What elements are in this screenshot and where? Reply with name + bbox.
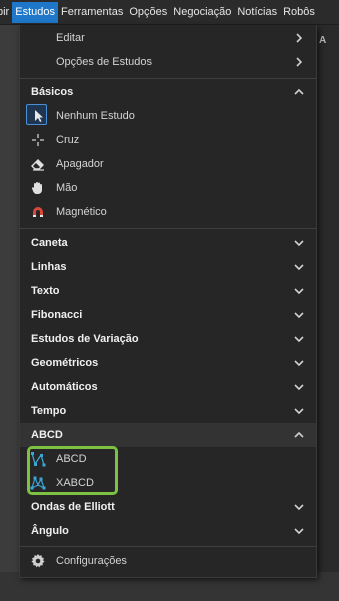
section-abcd-header[interactable]: ABCD [20,423,316,447]
magnet-icon [33,207,43,217]
chevron-down-icon [294,264,304,271]
abcd-pattern-icon [31,452,46,467]
menu-bar: bir Estudos Ferramentas Opções Negociaçã… [0,0,339,25]
section-title: Fibonacci [31,309,83,321]
chevron-up-icon [294,88,304,95]
tool-label: Magnético [56,206,107,218]
chevron-right-icon [296,57,303,67]
background-toolbar: A [316,25,339,572]
menu-item-label: Opções de Estudos [56,56,153,68]
section-title: Geométricos [31,357,99,369]
tool-magnetico[interactable]: Magnético [20,200,316,224]
chevron-down-icon [294,504,304,511]
section-texto-header[interactable]: Texto [20,279,316,303]
section-caneta-header[interactable]: Caneta [20,231,316,255]
menu-estudos[interactable]: Estudos [12,1,58,23]
chevron-down-icon [294,360,304,367]
chevron-down-icon [294,528,304,535]
chevron-down-icon [294,240,304,247]
tool-label: XABCD [56,477,94,489]
section-title: Automáticos [31,381,98,393]
menu-item-opcoes-estudos[interactable]: Opções de Estudos [20,50,316,74]
section-tempo-header[interactable]: Tempo [20,399,316,423]
menu-item-label: Editar [56,32,85,44]
menu-ferramentas[interactable]: Ferramentas [58,2,126,23]
section-angulo-header[interactable]: Ângulo [20,519,316,543]
crosshair-icon [32,134,44,146]
chevron-up-icon [294,431,304,438]
section-title: Estudos de Variação [31,333,139,345]
tool-label: Cruz [56,134,80,146]
menu-item-configuracoes[interactable]: Configurações [20,549,316,573]
section-title: Ângulo [31,525,69,537]
menu-exibir[interactable]: bir [0,2,12,23]
section-geometricos-header[interactable]: Geométricos [20,351,316,375]
menu-noticias[interactable]: Notícias [234,2,280,23]
section-ondas-elliott-header[interactable]: Ondas de Elliott [20,495,316,519]
separator [20,546,316,547]
section-estudos-variacao-header[interactable]: Estudos de Variação [20,327,316,351]
tool-label: Mão [56,182,78,194]
eraser-icon [31,159,44,171]
section-title: Tempo [31,405,67,417]
tool-label: ABCD [56,453,87,465]
menu-item-label: Configurações [56,555,127,567]
separator [20,78,316,79]
estudos-dropdown: Editar Opções de Estudos Básicos Nenhum … [19,25,317,578]
tool-xabcd[interactable]: XABCD [20,471,316,495]
tool-cruz[interactable]: Cruz [20,128,316,152]
chevron-down-icon [294,384,304,391]
tool-mao[interactable]: Mão [20,176,316,200]
background-glyph: A [319,35,327,46]
menu-negociacao[interactable]: Negociação [170,2,234,23]
section-automaticos-header[interactable]: Automáticos [20,375,316,399]
tool-nenhum-estudo[interactable]: Nenhum Estudo [20,104,316,128]
hand-icon [31,182,42,194]
tool-label: Apagador [56,158,104,170]
section-fibonacci-header[interactable]: Fibonacci [20,303,316,327]
tool-label: Nenhum Estudo [56,110,135,122]
cursor-arrow-icon [35,110,43,122]
tool-abcd[interactable]: ABCD [20,447,316,471]
chevron-right-icon [296,33,303,43]
chevron-down-icon [294,408,304,415]
section-title: Ondas de Elliott [31,501,115,513]
tool-apagador[interactable]: Apagador [20,152,316,176]
section-title: Texto [31,285,60,297]
gear-icon [31,554,45,568]
menu-opcoes[interactable]: Opções [126,2,170,23]
chevron-down-icon [294,336,304,343]
section-title: Básicos [31,86,74,98]
menu-item-editar[interactable]: Editar [20,26,316,50]
section-basicos-header[interactable]: Básicos [20,80,316,104]
section-title: ABCD [31,429,63,441]
section-linhas-header[interactable]: Linhas [20,255,316,279]
xabcd-pattern-icon [30,476,46,490]
section-title: Linhas [31,261,67,273]
chevron-down-icon [294,288,304,295]
chevron-down-icon [294,312,304,319]
menu-robos[interactable]: Robôs [280,2,318,23]
section-title: Caneta [31,237,68,249]
separator [20,228,316,229]
